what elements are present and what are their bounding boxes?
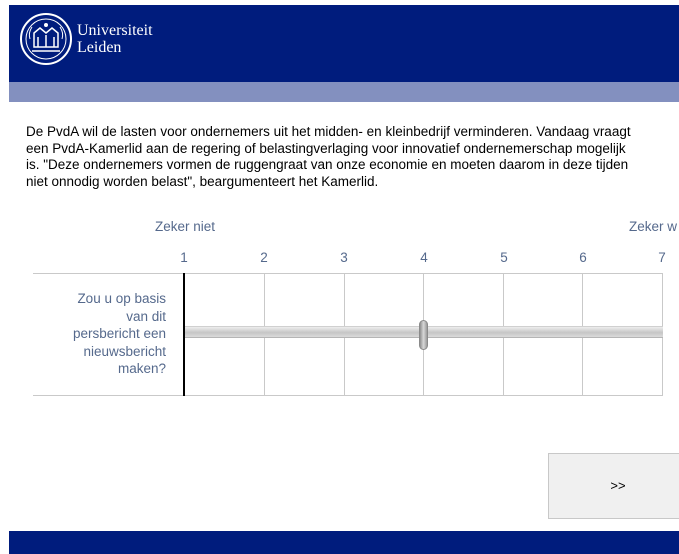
label-line: persbericht een [72, 326, 166, 341]
scale-anchor-right: Zeker w [629, 219, 678, 234]
university-seal-icon [20, 13, 72, 65]
label-line: van dit [126, 308, 166, 324]
question-line: De PvdA wil de lasten voor ondernemers u… [26, 124, 631, 139]
scale-tick-3: 3 [340, 250, 348, 265]
next-button[interactable]: >> [548, 453, 679, 519]
footer-bar [9, 531, 679, 554]
header-bar: Universiteit Leiden [9, 5, 679, 82]
scale-tick-5: 5 [500, 250, 508, 265]
logo-line-1: Universiteit [77, 22, 153, 39]
scale-anchor-left: Zeker niet [155, 219, 216, 234]
scale-tick-7: 7 [658, 250, 666, 265]
question-line: niet onnodig worden belast", beargumente… [26, 173, 379, 189]
logo-line-2: Leiden [77, 39, 122, 56]
scale-tick-2: 2 [260, 250, 268, 265]
question-line: is. "Deze ondernemers vormen de ruggengr… [26, 157, 629, 172]
label-line: maken? [117, 361, 166, 376]
slider-handle[interactable] [418, 320, 428, 350]
question-text: De PvdA wil de lasten voor ondernemers u… [26, 124, 676, 190]
label-line: nieuwsbericht [83, 343, 166, 359]
slider-question-label: Zou u op basis van dit persbericht een n… [40, 290, 166, 378]
label-line: Zou u op basis [77, 291, 166, 306]
scale-tick-6: 6 [579, 250, 587, 265]
question-line: een PvdA-Kamerlid aan de regering of bel… [26, 140, 626, 156]
university-logo-text: Universiteit Leiden [77, 22, 153, 56]
scale-tick-4: 4 [420, 250, 428, 265]
scale-tick-1: 1 [180, 250, 188, 265]
header-subbar [9, 82, 679, 102]
